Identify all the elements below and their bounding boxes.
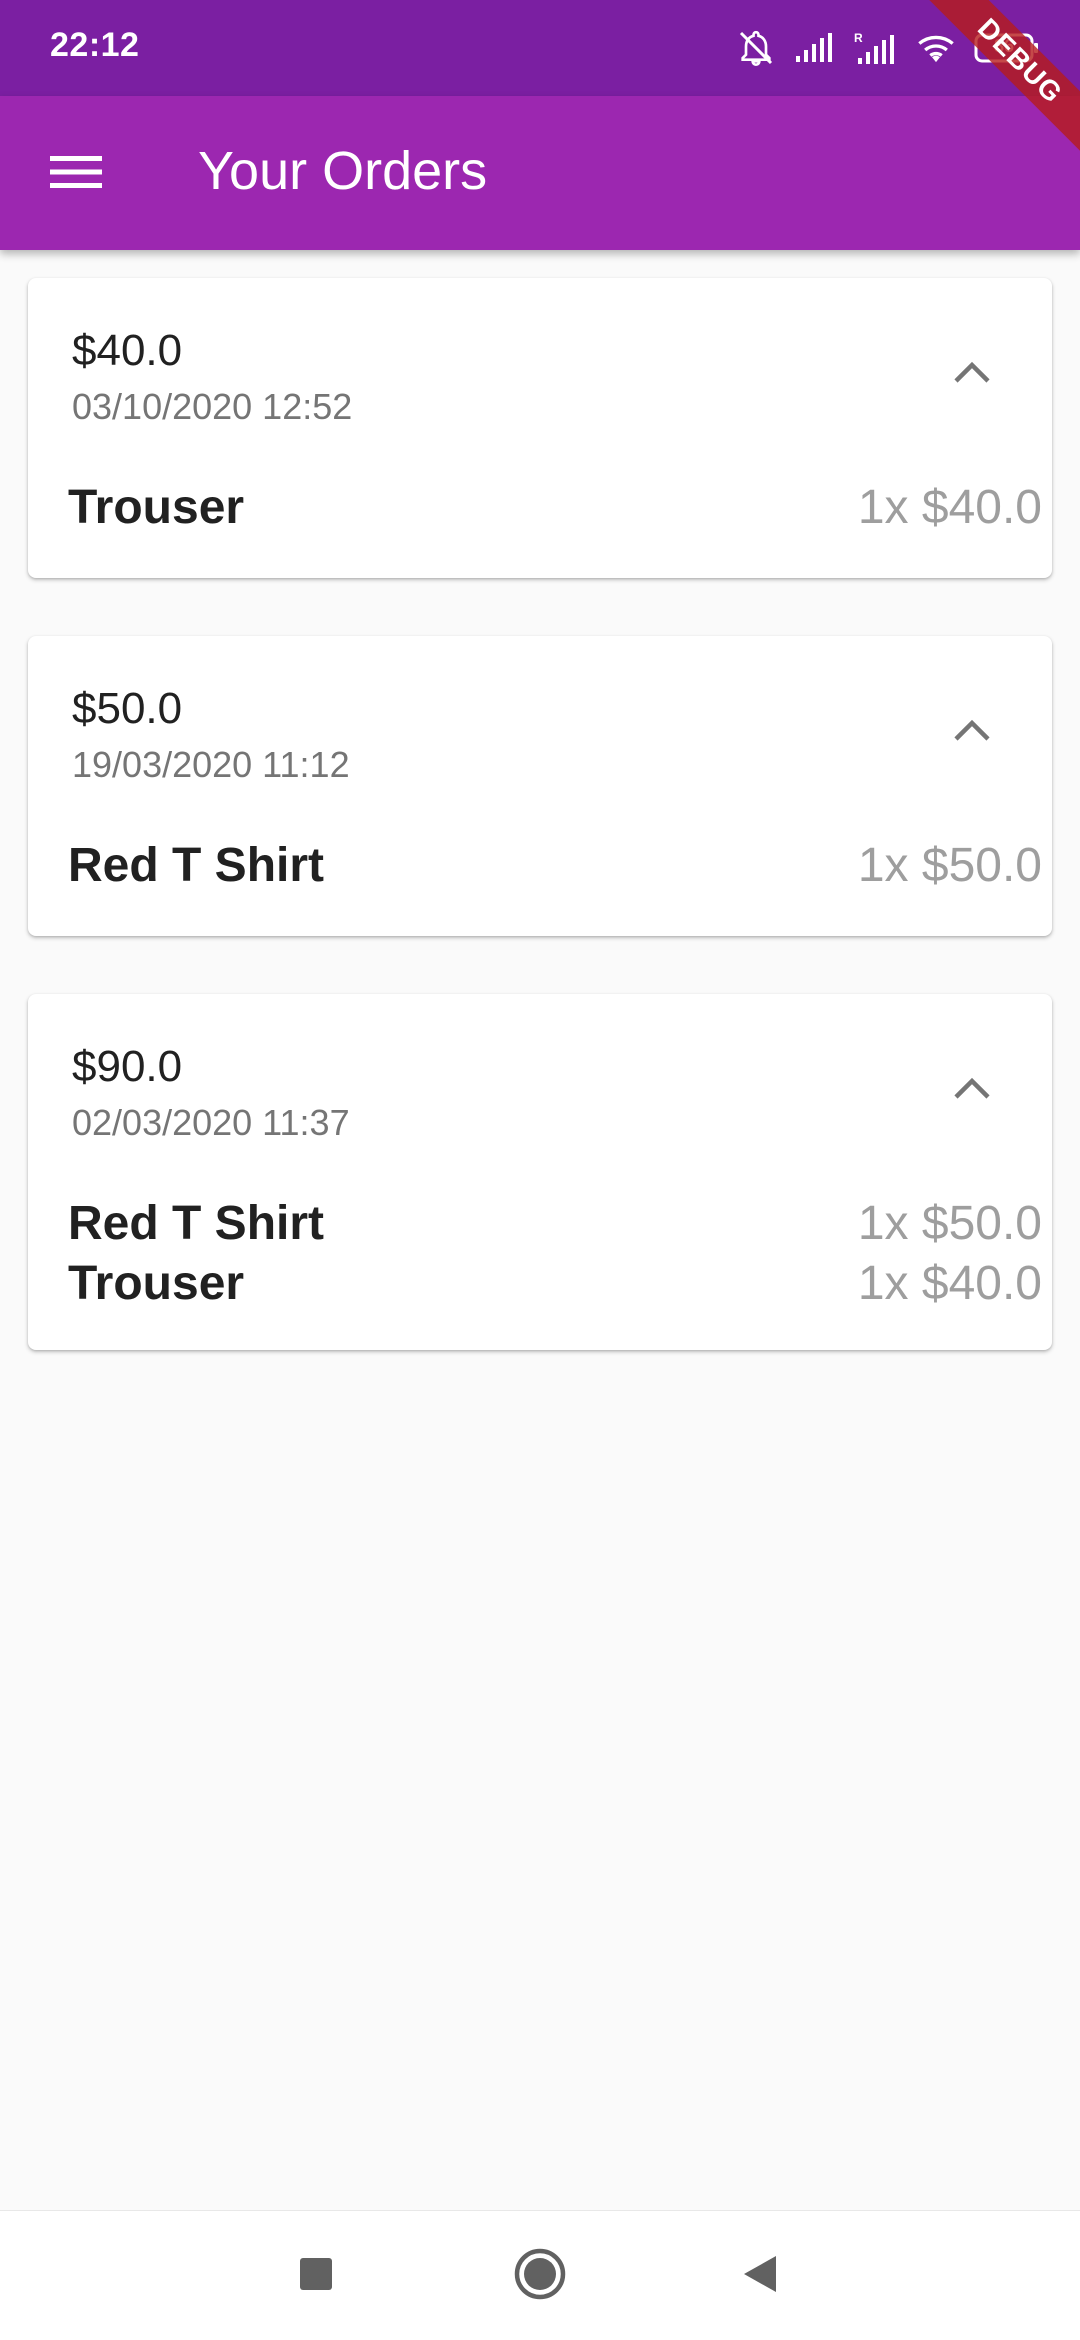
order-header[interactable]: $50.0 19/03/2020 11:12 (28, 636, 1052, 810)
recents-button[interactable] (276, 2241, 356, 2311)
status-icons: R 86 (736, 24, 1040, 72)
menu-button[interactable] (28, 130, 124, 218)
home-icon (513, 2247, 567, 2306)
status-time: 22:12 (50, 26, 140, 64)
menu-icon (50, 154, 102, 195)
app-bar: Your Orders (0, 96, 1080, 250)
expand-less-icon (952, 359, 992, 390)
expand-less-icon (952, 1075, 992, 1106)
item-title: Trouser (68, 481, 245, 534)
order-card: $50.0 19/03/2020 11:12 Red T Shirt 1x $5… (28, 636, 1052, 936)
order-date: 19/03/2020 11:12 (72, 744, 350, 785)
back-button[interactable] (720, 2241, 800, 2311)
system-nav-bar (0, 2210, 1080, 2340)
order-items: Red T Shirt 1x $50.0 Trouser 1x $40.0 (68, 1196, 1042, 1316)
expand-button[interactable] (936, 1054, 1008, 1126)
battery-level: 86 (993, 36, 1015, 56)
order-item: Red T Shirt 1x $50.0 (68, 1196, 1042, 1256)
order-card: $40.0 03/10/2020 12:52 Trouser 1x $40.0 (28, 278, 1052, 578)
item-qty-price: 1x $50.0 (857, 839, 1042, 892)
svg-text:R: R (854, 31, 863, 45)
notifications-off-icon (736, 28, 776, 68)
item-qty-price: 1x $50.0 (857, 1197, 1042, 1250)
expand-button[interactable] (936, 696, 1008, 768)
order-header[interactable]: $90.0 02/03/2020 11:37 (28, 994, 1052, 1168)
expand-button[interactable] (936, 338, 1008, 410)
order-item: Trouser 1x $40.0 (68, 1256, 1042, 1316)
order-items: Red T Shirt 1x $50.0 (68, 838, 1042, 898)
order-items: Trouser 1x $40.0 (68, 480, 1042, 540)
item-title: Trouser (68, 1257, 245, 1310)
item-title: Red T Shirt (68, 1197, 325, 1250)
order-amount: $50.0 (72, 684, 183, 733)
item-qty-price: 1x $40.0 (857, 1257, 1042, 1310)
page-title: Your Orders (198, 141, 488, 201)
order-header[interactable]: $40.0 03/10/2020 12:52 (28, 278, 1052, 452)
order-date: 02/03/2020 11:37 (72, 1102, 350, 1143)
order-date: 03/10/2020 12:52 (72, 386, 353, 427)
order-amount: $90.0 (72, 1042, 183, 1091)
signal-icon (794, 32, 836, 64)
order-item: Trouser 1x $40.0 (68, 480, 1042, 540)
order-item: Red T Shirt 1x $50.0 (68, 838, 1042, 898)
item-qty-price: 1x $40.0 (857, 481, 1042, 534)
status-bar: 22:12 R 86 (0, 0, 1080, 96)
wifi-icon (916, 31, 956, 65)
recents-icon (299, 2257, 333, 2296)
back-icon (742, 2254, 778, 2299)
item-title: Red T Shirt (68, 839, 325, 892)
signal-r-icon: R (854, 30, 898, 66)
order-amount: $40.0 (72, 326, 183, 375)
home-button[interactable] (500, 2241, 580, 2311)
order-card: $90.0 02/03/2020 11:37 Red T Shirt 1x $5… (28, 994, 1052, 1350)
battery-icon: 86 (974, 31, 1040, 65)
expand-less-icon (952, 717, 992, 748)
